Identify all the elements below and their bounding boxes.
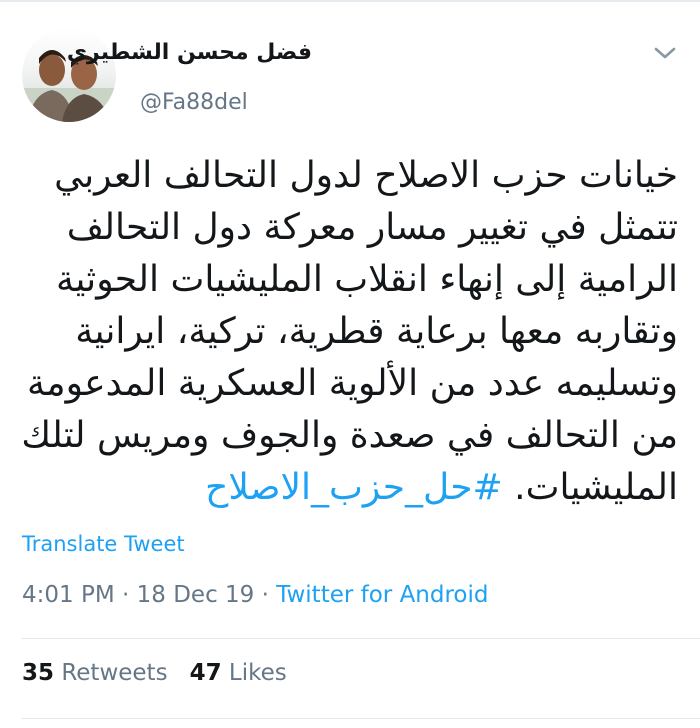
retweets-count: 35	[22, 660, 55, 686]
tweet-source-link[interactable]: Twitter for Android	[276, 582, 488, 608]
translate-tweet-link[interactable]: Translate Tweet	[22, 532, 185, 556]
divider	[22, 638, 700, 639]
tweet-date: 18 Dec 19	[136, 582, 255, 608]
chevron-down-icon	[654, 47, 676, 59]
tweet-stats: 35 Retweets 47 Likes	[22, 660, 287, 686]
tweet-line: من التحالف في صعدة والجوف ومريس لتلك	[21, 415, 678, 456]
tweet-meta: 4:01 PM · 18 Dec 19 · Twitter for Androi…	[22, 582, 489, 608]
tweet-line: تتمثل في تغيير مسار معركة دول التحالف	[66, 207, 678, 248]
tweet-line: الرامية إلى إنهاء انقلاب المليشيات الحوث…	[56, 259, 678, 300]
divider	[22, 718, 700, 719]
author-handle[interactable]: @Fa88del	[140, 90, 248, 115]
tweet-line: خيانات حزب الاصلاح لدول التحالف العربي	[54, 155, 678, 196]
author-display-name[interactable]: فضل محسن الشطيري	[67, 40, 312, 65]
retweets-label: Retweets	[61, 660, 168, 686]
likes-stat[interactable]: 47 Likes	[190, 660, 287, 686]
top-divider	[0, 0, 700, 2]
tweet-text: خيانات حزب الاصلاح لدول التحالف العربي ت…	[21, 150, 678, 514]
tweet-last-line: المليشيات. #حل_حزب_الاصلاح	[38, 462, 678, 514]
meta-separator: ·	[254, 582, 277, 608]
tweet-options-button[interactable]	[652, 42, 678, 64]
tweet-detail-page: فضل محسن الشطيري @Fa88del خيانات حزب الا…	[0, 0, 700, 728]
hashtag-link[interactable]: #حل_حزب_الاصلاح	[205, 467, 503, 508]
tweet-line: وتقاربه معها برعاية قطرية، تركية، ايراني…	[75, 311, 678, 352]
meta-separator: ·	[114, 582, 137, 608]
retweets-stat[interactable]: 35 Retweets	[22, 660, 168, 686]
likes-count: 47	[189, 660, 222, 686]
tweet-line: المليشيات.	[514, 467, 678, 508]
tweet-header: فضل محسن الشطيري @Fa88del	[22, 28, 678, 128]
tweet-line: وتسليمه عدد من الألوية العسكرية المدعومة	[26, 363, 678, 404]
likes-label: Likes	[228, 660, 287, 686]
tweet-time: 4:01 PM	[22, 582, 115, 608]
